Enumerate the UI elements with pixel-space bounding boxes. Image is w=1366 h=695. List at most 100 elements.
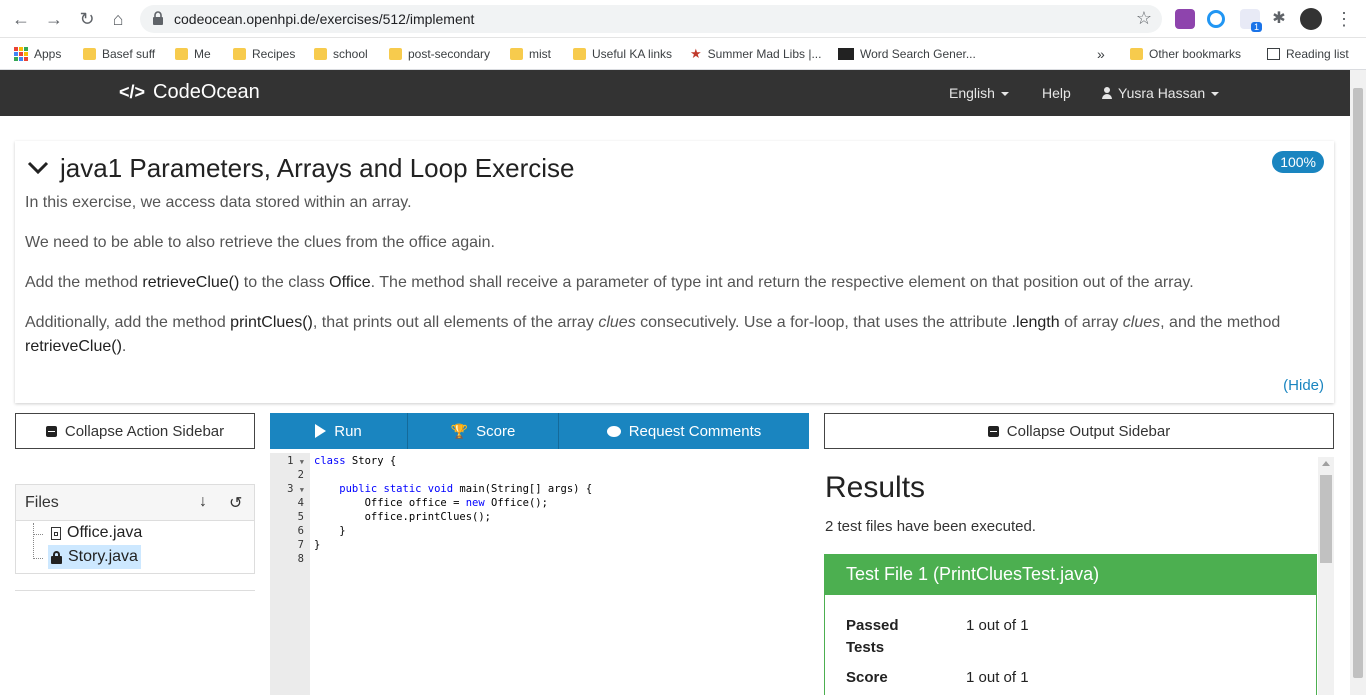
file-item-story[interactable]: Story.java <box>48 545 141 569</box>
folder-icon <box>233 48 246 60</box>
scrollbar-thumb[interactable] <box>1320 475 1332 563</box>
exercise-title: java1 Parameters, Arrays and Loop Exerci… <box>60 153 575 183</box>
address-bar[interactable]: codeocean.openhpi.de/exercises/512/imple… <box>140 5 1162 33</box>
bookmark-folder[interactable]: mist <box>510 45 551 63</box>
reading-list-icon <box>1267 48 1280 60</box>
comment-icon <box>606 425 621 437</box>
extension-icon[interactable] <box>1207 10 1225 28</box>
description-paragraph: Add the method retrieveClue() to the cla… <box>25 274 1194 291</box>
run-button[interactable]: Run <box>270 413 408 449</box>
scroll-up-icon[interactable] <box>1322 461 1330 466</box>
folder-icon <box>83 48 96 60</box>
files-label: Files <box>25 494 59 511</box>
minus-square-icon <box>45 425 57 437</box>
trophy-icon: 🏆 <box>450 422 469 439</box>
scrollbar-thumb[interactable] <box>1353 88 1363 678</box>
code-icon: </> <box>119 82 146 102</box>
bookmark-folder[interactable]: Recipes <box>233 45 295 63</box>
folder-icon <box>175 48 188 60</box>
extension-icon[interactable]: 1 <box>1240 9 1262 32</box>
code-editor[interactable]: 1 ▼ 2 3 ▼ 4 5 6 7 8 class Story { public… <box>270 453 809 695</box>
description-paragraph: In this exercise, we access data stored … <box>25 194 412 211</box>
reload-icon[interactable]: ↻ <box>75 7 99 31</box>
lock-icon <box>51 550 62 564</box>
folder-icon <box>314 48 327 60</box>
line-number: 7 <box>297 539 304 551</box>
play-icon <box>315 424 327 438</box>
bookmark-folder[interactable]: school <box>314 45 368 63</box>
word-search-icon <box>838 48 854 60</box>
line-number: 6 <box>297 525 304 537</box>
folder-icon <box>510 48 523 60</box>
score-button[interactable]: 🏆 Score <box>408 413 559 449</box>
brand-logo[interactable]: </> CodeOcean <box>119 81 260 104</box>
output-scrollbar[interactable] <box>1318 457 1334 695</box>
other-bookmarks[interactable]: Other bookmarks <box>1130 45 1241 63</box>
collapse-output-sidebar-button[interactable]: Collapse Output Sidebar <box>824 413 1334 449</box>
chevron-down-icon[interactable] <box>27 157 49 179</box>
avatar[interactable] <box>1300 8 1322 30</box>
code-line: } <box>314 539 321 551</box>
line-number: 5 <box>297 511 304 523</box>
minus-square-icon <box>987 425 999 437</box>
bookmark-folder[interactable]: post-secondary <box>389 45 490 63</box>
code-line: class Story { <box>314 455 397 467</box>
hide-description-link[interactable]: (Hide) <box>1283 377 1324 394</box>
kebab-menu-icon[interactable]: ⋮ <box>1332 7 1356 31</box>
file-item-office[interactable]: Office.java <box>51 524 142 542</box>
page-scrollbar[interactable] <box>1350 70 1366 695</box>
lock-icon <box>153 11 163 25</box>
results-heading: Results <box>825 471 926 504</box>
apps-grid-icon <box>14 47 28 61</box>
language-dropdown[interactable]: English <box>949 85 1009 101</box>
folder-icon <box>389 48 402 60</box>
line-number: 1 ▼ <box>287 455 304 467</box>
test-file-title[interactable]: Test File 1 (PrintCluesTest.java) <box>825 555 1316 595</box>
bookmark-apps[interactable]: Apps <box>14 45 61 63</box>
help-link[interactable]: Help <box>1042 85 1071 101</box>
files-header: Files ↓ ↺ <box>16 485 254 521</box>
back-icon[interactable]: ← <box>9 7 33 31</box>
bookmark-link[interactable]: ★ Summer Mad Libs |... <box>690 45 821 63</box>
bookmark-folder[interactable]: Useful KA links <box>573 45 672 63</box>
reading-list[interactable]: Reading list <box>1267 45 1349 63</box>
bookmark-star-icon[interactable]: ☆ <box>1136 8 1152 29</box>
folder-icon <box>573 48 586 60</box>
score-value: 1 out of 1 <box>966 669 1029 686</box>
browser-toolbar: ← → ↻ ⌂ codeocean.openhpi.de/exercises/5… <box>0 0 1366 38</box>
files-panel: Files ↓ ↺ Office.java Story.java <box>15 484 255 574</box>
code-line: office.printClues(); <box>314 511 492 523</box>
user-icon <box>1102 87 1112 99</box>
editor-gutter: 1 ▼ 2 3 ▼ 4 5 6 7 8 <box>270 453 310 695</box>
bookmarks-bar: Apps Basef suff Me Recipes school post-s… <box>0 38 1366 70</box>
puzzle-icon[interactable]: ✱ <box>1267 7 1291 31</box>
code-line: } <box>314 525 346 537</box>
score-label: Score <box>846 669 888 686</box>
history-icon[interactable]: ↺ <box>229 493 242 513</box>
extension-icon[interactable] <box>1175 9 1195 29</box>
passed-tests-label: Passed Tests <box>846 617 899 656</box>
bookmark-link[interactable]: Word Search Gener... <box>838 45 976 63</box>
file-icon <box>51 526 61 540</box>
caret-down-icon <box>1211 92 1220 97</box>
folder-icon <box>1130 48 1143 60</box>
app-navbar: </> CodeOcean English Help Yusra Hassan <box>0 70 1350 116</box>
extension-badge: 1 <box>1250 22 1262 32</box>
forward-icon[interactable]: → <box>42 7 66 31</box>
url-text: codeocean.openhpi.de/exercises/512/imple… <box>174 11 475 27</box>
user-dropdown[interactable]: Yusra Hassan <box>1102 85 1220 101</box>
editor-toolbar: Run 🏆 Score Request Comments <box>270 413 809 449</box>
line-number: 8 <box>297 553 304 565</box>
request-comments-button[interactable]: Request Comments <box>559 413 809 449</box>
home-icon[interactable]: ⌂ <box>106 7 130 31</box>
line-number: 2 <box>297 469 304 481</box>
collapse-action-sidebar-button[interactable]: Collapse Action Sidebar <box>15 413 255 449</box>
more-bookmarks-icon[interactable]: » <box>1097 45 1105 63</box>
bookmark-folder[interactable]: Basef suff <box>83 45 155 63</box>
brand-name: CodeOcean <box>153 81 260 103</box>
sidebar-divider <box>15 590 255 591</box>
download-icon[interactable]: ↓ <box>199 493 207 511</box>
line-number: 3 ▼ <box>287 483 304 495</box>
bookmark-folder[interactable]: Me <box>175 45 211 63</box>
score-badge: 100% <box>1272 151 1324 173</box>
